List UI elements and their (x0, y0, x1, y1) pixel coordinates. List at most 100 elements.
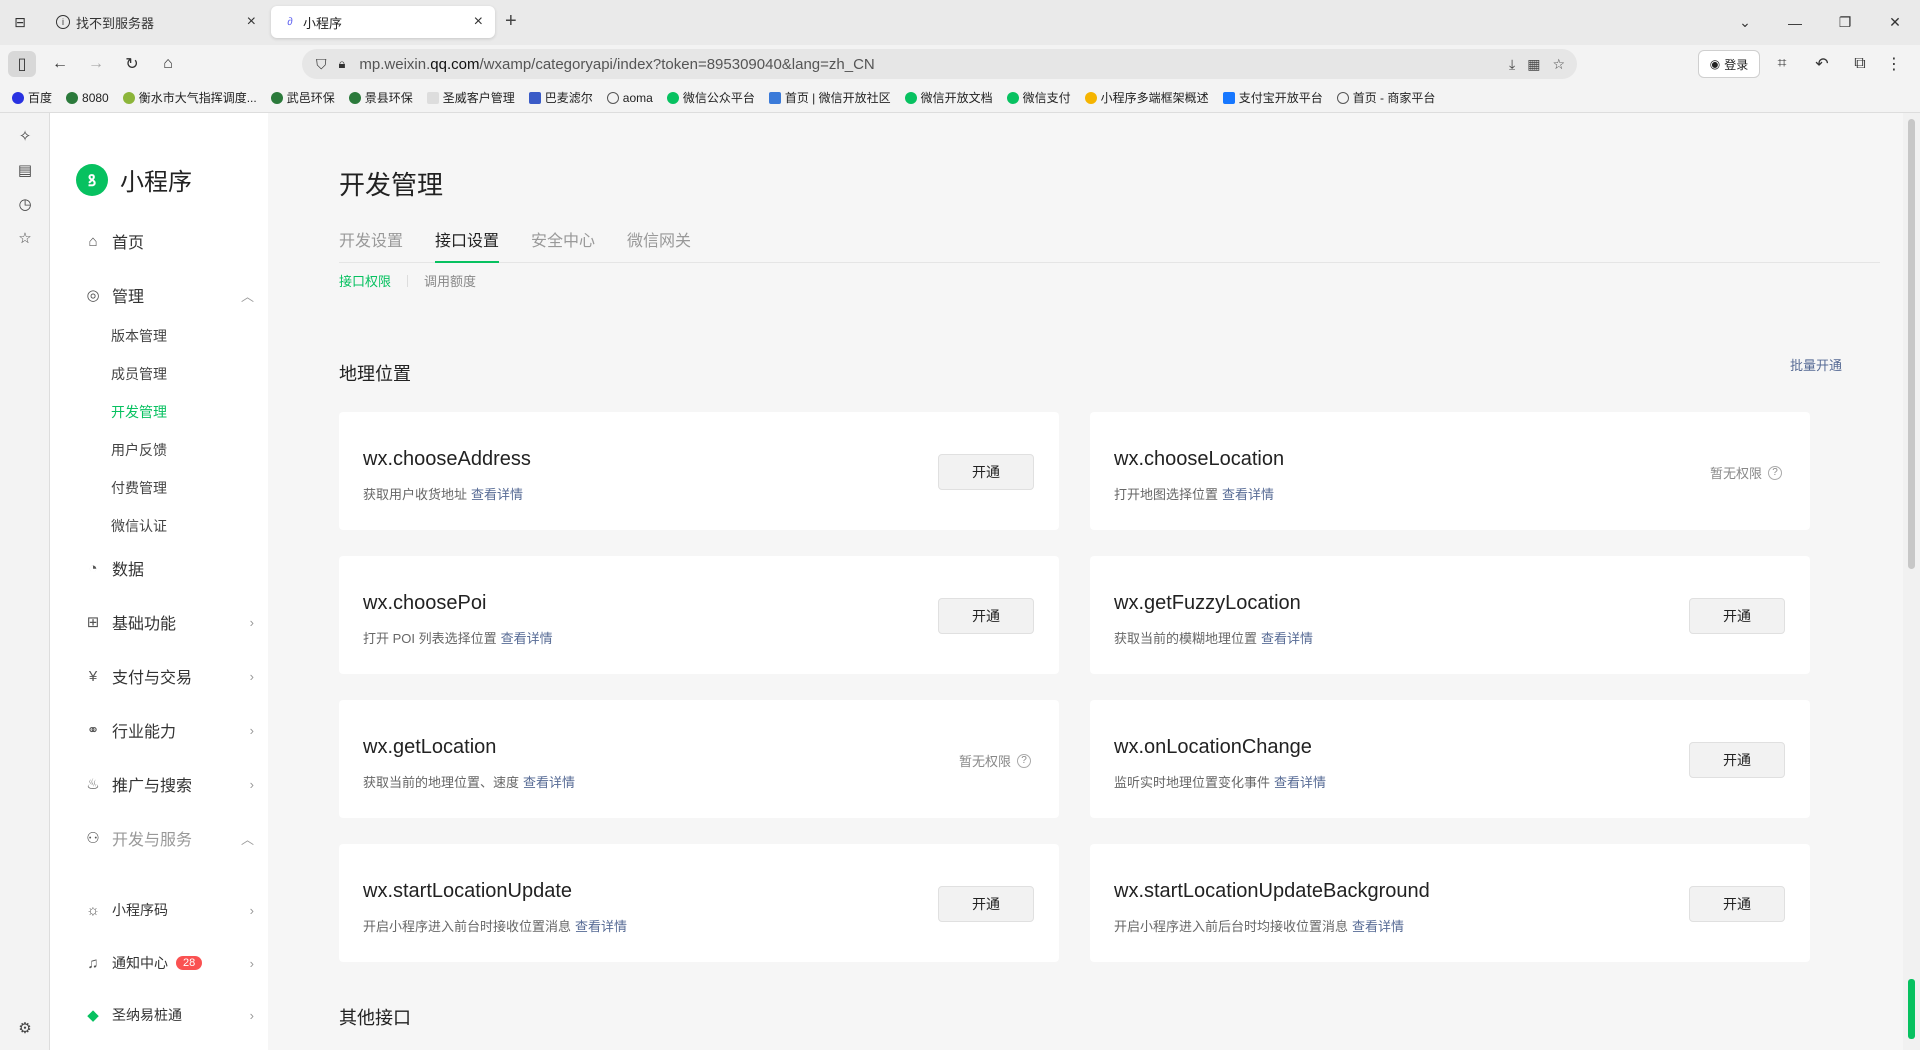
restore-icon[interactable]: ❐ (1820, 0, 1870, 45)
bookmark-label: 圣威客户管理 (442, 91, 515, 105)
nav-member-manage[interactable]: 成员管理 (111, 364, 167, 384)
detail-link[interactable]: 查看详情 (575, 919, 627, 934)
extensions-icon[interactable]: ⧉ (1846, 51, 1874, 77)
close-tab-icon[interactable]: × (247, 13, 256, 31)
nav-notify[interactable]: ♫ 通知中心 28 › (84, 953, 254, 973)
nav-user-feedback[interactable]: 用户反馈 (111, 440, 167, 460)
bookmark-item[interactable]: 武邑环保 (270, 89, 335, 106)
tab-not-found[interactable]: i 找不到服务器 × (44, 6, 268, 38)
tab-dev-settings[interactable]: 开发设置 (339, 227, 403, 261)
api-desc: 开启小程序进入前后台时均接收位置消息 查看详情 (1114, 916, 1404, 935)
browser-tab-bar: ⊟ i 找不到服务器 × ∂ 小程序 × + ⌄ — ❐ ✕ (0, 0, 1920, 45)
nav-tenant[interactable]: ◆ 圣纳易桩通 › (84, 1005, 254, 1025)
nav-label: 小程序码 (112, 902, 168, 918)
api-name: wx.startLocationUpdate (363, 880, 573, 902)
reload-icon[interactable]: ↻ (118, 51, 146, 77)
bookmark-label: 百度 (28, 91, 53, 105)
nav-home[interactable]: ⌂ 首页 (84, 229, 254, 253)
minimize-icon[interactable]: — (1770, 0, 1820, 45)
nav-wechat-verify[interactable]: 微信认证 (111, 516, 167, 536)
address-bar[interactable]: ⛉ 🔒︎ mp.weixin.qq.com/wxamp/categoryapi/… (302, 49, 1577, 79)
bookmark-item[interactable]: 百度 (12, 89, 52, 106)
detail-link[interactable]: 查看详情 (1261, 631, 1313, 646)
undo-icon[interactable]: ↶ (1808, 51, 1836, 77)
detail-link[interactable]: 查看详情 (1274, 775, 1326, 790)
close-tab-icon[interactable]: × (474, 13, 483, 31)
detail-link[interactable]: 查看详情 (1352, 919, 1404, 934)
reading-list-icon[interactable]: ▤ (14, 159, 36, 181)
help-question-icon[interactable]: ? (1768, 465, 1783, 480)
api-desc-text: 监听实时地理位置变化事件 (1114, 775, 1271, 790)
favorites-icon[interactable]: ☆ (14, 227, 36, 249)
bookmark-item[interactable]: 微信公众平台 (666, 89, 755, 106)
download-page-icon[interactable]: ⤓ (1509, 56, 1515, 73)
open-button[interactable]: 开通 (1689, 598, 1785, 634)
nav-data[interactable]: ◔ 数据 (84, 556, 254, 580)
help-question-icon[interactable]: ? (1017, 753, 1032, 768)
nav-pay[interactable]: ¥ 支付与交易 › (84, 664, 254, 688)
detail-link[interactable]: 查看详情 (501, 631, 553, 646)
close-window-icon[interactable]: ✕ (1870, 0, 1920, 45)
new-tab-icon[interactable]: + (505, 10, 517, 33)
bookmark-label: 小程序多端框架概述 (1100, 91, 1209, 105)
open-button[interactable]: 开通 (1689, 742, 1785, 778)
tab-list-icon[interactable]: ⊟ (6, 9, 34, 35)
bookmark-item[interactable]: 小程序多端框架概述 (1084, 89, 1209, 106)
bookmark-item[interactable]: 巴麦滤尔 (528, 89, 593, 106)
crop-icon[interactable]: ⌗ (1768, 51, 1796, 77)
nav-industry[interactable]: ⚭ 行业能力 › (84, 718, 254, 742)
tab-security-center[interactable]: 安全中心 (531, 227, 595, 261)
bookmark-item[interactable]: 微信开放文档 (904, 89, 993, 106)
bookmark-item[interactable]: 8080 (66, 91, 109, 105)
menu-icon[interactable]: ⋮ (1880, 51, 1908, 77)
nav-basic[interactable]: ⊞ 基础功能 › (84, 610, 254, 634)
bookmark-item[interactable]: 圣威客户管理 (426, 89, 515, 106)
shield-icon[interactable]: ⛉ (316, 56, 327, 73)
subtab-call-quota[interactable]: 调用额度 (424, 271, 476, 290)
history-icon[interactable]: ◷ (14, 193, 36, 215)
page-scrollbar[interactable] (1903, 113, 1920, 1050)
open-button[interactable]: 开通 (938, 598, 1034, 634)
grid-icon: ⊞ (86, 614, 100, 631)
nav-dev-service[interactable]: ⚇ 开发与服务 ︿ (84, 826, 254, 850)
bookmark-item[interactable]: 微信支付 (1006, 89, 1071, 106)
tab-api-settings[interactable]: 接口设置 (435, 227, 500, 263)
settings-gear-icon[interactable]: ⚙ (14, 1017, 36, 1039)
nav-paid-manage[interactable]: 付费管理 (111, 478, 167, 498)
nav-promo[interactable]: ♨ 推广与搜索 › (84, 772, 254, 796)
open-button[interactable]: 开通 (938, 886, 1034, 922)
sidebar-toggle-icon[interactable]: ▯ (8, 51, 36, 77)
tab-wechat-gateway[interactable]: 微信网关 (627, 227, 691, 261)
bookmark-item[interactable]: 景县环保 (348, 89, 413, 106)
bookmark-item[interactable]: 首页 | 微信开放社区 (768, 89, 891, 106)
open-button[interactable]: 开通 (1689, 886, 1785, 922)
bookmark-item[interactable]: aoma (606, 91, 653, 105)
bookmark-label: 巴麦滤尔 (544, 91, 593, 105)
nav-qrcode[interactable]: ☼ 小程序码 › (84, 900, 254, 920)
scrollbar-thumb[interactable] (1908, 119, 1915, 569)
detail-link[interactable]: 查看详情 (471, 487, 523, 502)
home-icon[interactable]: ⌂ (154, 51, 182, 77)
nav-dev-manage[interactable]: 开发管理 (111, 402, 167, 422)
bookmark-item[interactable]: 首页 - 商家平台 (1336, 89, 1436, 106)
ai-sparkle-icon[interactable]: ✧ (14, 125, 36, 147)
detail-link[interactable]: 查看详情 (523, 775, 575, 790)
detail-link[interactable]: 查看详情 (1222, 487, 1274, 502)
subtab-api-permission[interactable]: 接口权限 (339, 271, 391, 290)
forward-icon[interactable]: → (82, 51, 110, 77)
batch-open-link[interactable]: 批量开通 (1790, 355, 1842, 374)
nav-version-manage[interactable]: 版本管理 (111, 326, 167, 346)
bookmark-label: 首页 - 商家平台 (1352, 91, 1436, 105)
tab-dropdown-icon[interactable]: ⌄ (1720, 0, 1770, 45)
main-content: 开发管理 开发设置 接口设置 安全中心 微信网关 接口权限 调用额度 地理位置 … (268, 113, 1908, 1050)
open-button[interactable]: 开通 (938, 454, 1034, 490)
miniprogram-logo-icon: ꝸ (76, 163, 108, 196)
tab-miniprogram[interactable]: ∂ 小程序 × (271, 6, 495, 38)
bookmark-star-icon[interactable]: ☆ (1552, 56, 1565, 73)
nav-manage[interactable]: ◎ 管理 ︿ (84, 283, 254, 307)
back-icon[interactable]: ← (46, 51, 74, 77)
bookmark-item[interactable]: 衡水市大气指挥调度... (122, 89, 257, 106)
login-button[interactable]: ◉ 登录 (1698, 50, 1760, 78)
qr-code-icon[interactable]: ▦ (1527, 56, 1540, 73)
bookmark-item[interactable]: 支付宝开放平台 (1222, 89, 1323, 106)
